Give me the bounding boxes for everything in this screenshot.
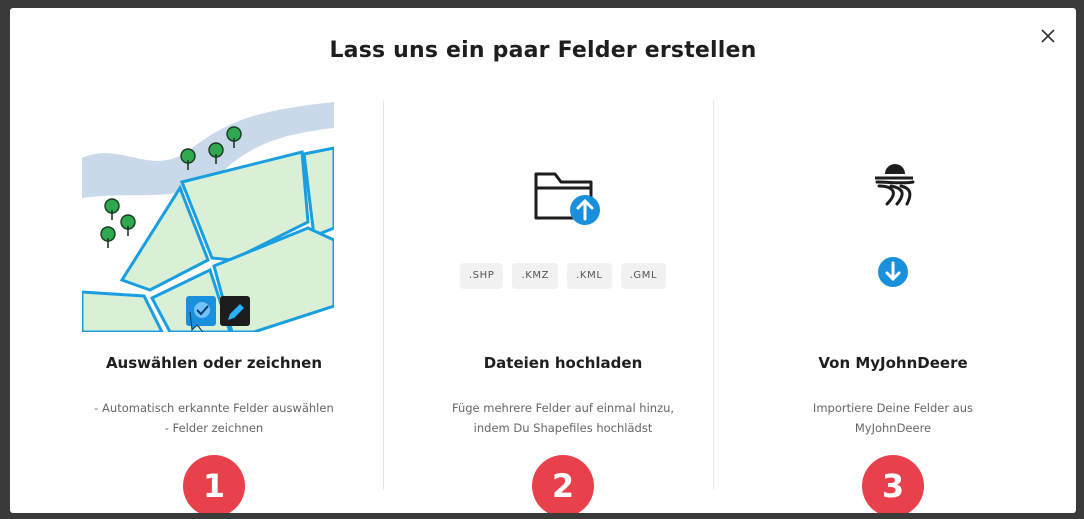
column-divider bbox=[713, 100, 714, 490]
folder-upload-icon bbox=[533, 166, 605, 226]
description-line: - Felder zeichnen bbox=[164, 421, 264, 435]
format-chip: .GML bbox=[620, 263, 667, 289]
description-line: Füge mehrere Felder auf einmal hinzu, bbox=[451, 401, 675, 415]
description-line: MyJohnDeere bbox=[854, 421, 932, 435]
modal-title: Lass uns ein paar Felder erstellen bbox=[329, 38, 757, 63]
format-chip: .KML bbox=[567, 263, 612, 289]
option-title: Von MyJohnDeere bbox=[818, 354, 968, 372]
draw-pencil-icon bbox=[220, 296, 250, 326]
option-description: Importiere Deine Felder aus MyJohnDeere bbox=[743, 398, 1043, 438]
step-badge: 2 bbox=[532, 455, 594, 513]
option-description: - Automatisch erkannte Felder auswählen … bbox=[64, 398, 364, 438]
field-map-illustration bbox=[82, 100, 334, 332]
description-line: indem Du Shapefiles hochlädst bbox=[473, 421, 653, 435]
column-divider bbox=[383, 100, 384, 490]
option-select-or-draw[interactable]: Auswählen oder zeichnen - Automatisch er… bbox=[64, 100, 364, 513]
option-title: Auswählen oder zeichnen bbox=[105, 354, 323, 372]
option-myjohndeere[interactable]: Von MyJohnDeere Importiere Deine Felder … bbox=[743, 100, 1043, 513]
option-upload-files[interactable]: .SHP .KMZ .KML .GML Dateien hochladen Fü… bbox=[413, 100, 713, 513]
option-description: Füge mehrere Felder auf einmal hinzu, in… bbox=[413, 398, 713, 438]
field-sun-icon bbox=[869, 160, 917, 208]
close-icon[interactable] bbox=[1038, 26, 1058, 46]
option-title: Dateien hochladen bbox=[483, 354, 643, 372]
format-chip: .KMZ bbox=[512, 263, 559, 289]
create-fields-modal: Lass uns ein paar Felder erstellen Auswä… bbox=[10, 8, 1076, 513]
step-badge: 3 bbox=[862, 455, 924, 513]
format-chip: .SHP bbox=[459, 263, 504, 289]
download-arrow-icon bbox=[877, 256, 909, 288]
file-format-list: .SHP .KMZ .KML .GML bbox=[413, 263, 713, 289]
description-line: Importiere Deine Felder aus bbox=[812, 401, 974, 415]
description-line: - Automatisch erkannte Felder auswählen bbox=[94, 401, 334, 415]
step-badge: 1 bbox=[183, 455, 245, 513]
